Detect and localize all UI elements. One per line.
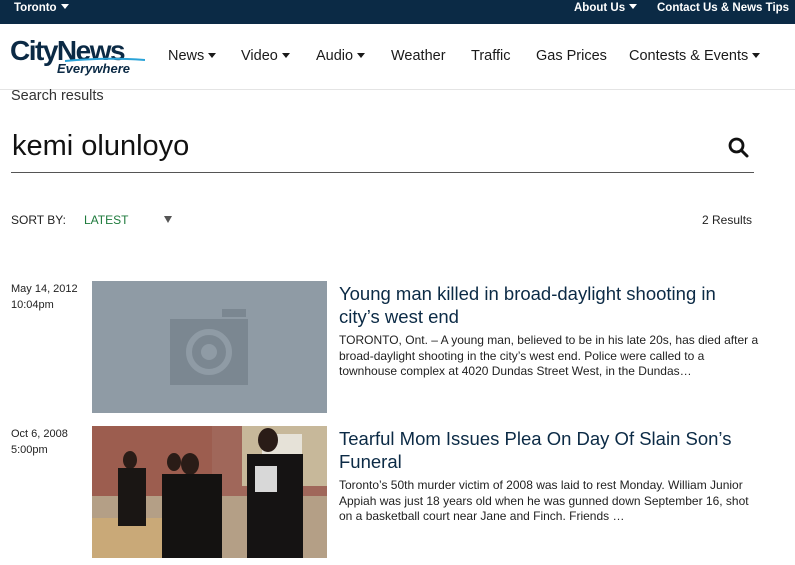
article-thumbnail[interactable] — [92, 426, 327, 558]
sort-selected-value: LATEST — [84, 213, 129, 227]
article-summary: TORONTO, Ont. – A young man, believed to… — [339, 333, 759, 378]
contact-link[interactable]: Contact Us & News Tips — [657, 2, 789, 14]
article-thumbnail[interactable] — [92, 281, 327, 413]
logo-tagline: Everywhere — [57, 61, 130, 76]
nav-video[interactable]: Video — [241, 48, 290, 64]
search-input[interactable] — [12, 127, 712, 165]
caret-down-icon — [752, 53, 761, 58]
caret-down-icon — [357, 53, 366, 58]
main-nav: CityNews Everywhere News Video Audio Wea… — [0, 24, 795, 90]
top-bar: Toronto About Us Contact Us & News Tips — [0, 0, 795, 24]
caret-down-icon — [60, 4, 69, 9]
article-date-time: 10:04pm — [11, 299, 54, 311]
nav-audio[interactable]: Audio — [316, 48, 366, 64]
search-results-heading: Search results — [11, 88, 104, 104]
sort-by-label: SORT BY: — [11, 213, 66, 227]
search-button[interactable] — [726, 135, 752, 161]
caret-down-icon — [281, 53, 290, 58]
nav-news-label: News — [168, 48, 205, 64]
article-summary: Toronto’s 50th murder victim of 2008 was… — [339, 478, 749, 523]
article-date: Oct 6, 2008 5:00pm — [11, 426, 68, 458]
camera-placeholder-icon — [170, 309, 248, 385]
article-date-day: Oct 6, 2008 — [11, 428, 68, 440]
nav-contests-events[interactable]: Contests & Events — [629, 48, 761, 64]
dropdown-arrow-icon — [164, 216, 172, 223]
results-count: 2 Results — [702, 213, 753, 227]
nav-contests-label: Contests & Events — [629, 48, 749, 64]
article-title-link[interactable]: Tearful Mom Issues Plea On Day Of Slain … — [339, 427, 759, 473]
nav-audio-label: Audio — [316, 48, 354, 64]
nav-gas-prices[interactable]: Gas Prices — [536, 48, 607, 64]
caret-down-icon — [208, 53, 217, 58]
article-date-time: 5:00pm — [11, 444, 48, 456]
city-label: Toronto — [14, 2, 57, 14]
nav-video-label: Video — [241, 48, 278, 64]
citynews-logo[interactable]: CityNews Everywhere — [10, 37, 146, 79]
about-us-menu[interactable]: About Us — [574, 2, 638, 14]
search-underline — [11, 172, 754, 173]
nav-weather[interactable]: Weather — [391, 48, 446, 64]
article-date-day: May 14, 2012 — [11, 283, 78, 295]
caret-down-icon — [629, 4, 638, 9]
city-selector[interactable]: Toronto — [14, 2, 69, 14]
article-title-link[interactable]: Young man killed in broad-daylight shoot… — [339, 282, 759, 328]
sort-dropdown[interactable]: LATEST — [84, 213, 176, 229]
search-icon — [728, 137, 749, 158]
funeral-photo-image — [92, 426, 327, 558]
article-date: May 14, 2012 10:04pm — [11, 281, 78, 313]
nav-news[interactable]: News — [168, 48, 217, 64]
nav-traffic[interactable]: Traffic — [471, 48, 510, 64]
about-us-label: About Us — [574, 2, 626, 14]
